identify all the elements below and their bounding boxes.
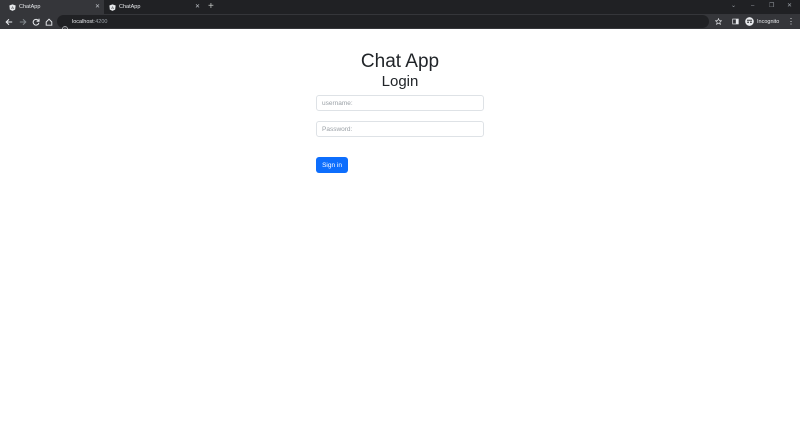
close-icon[interactable]: ✕ bbox=[95, 3, 100, 11]
home-icon[interactable] bbox=[43, 16, 54, 27]
tab-search-icon[interactable]: ⌄ bbox=[731, 1, 736, 11]
menu-kebab-icon[interactable]: ⋮ bbox=[787, 16, 795, 27]
login-heading: Login bbox=[381, 73, 419, 90]
url-port: :4200 bbox=[93, 18, 108, 25]
tab-chatapp-2[interactable]: A ChatApp ✕ bbox=[104, 0, 204, 14]
new-tab-button[interactable]: + bbox=[208, 1, 214, 13]
minimize-icon[interactable]: – bbox=[751, 1, 754, 11]
incognito-chip[interactable]: Incognito bbox=[745, 16, 779, 27]
browser-toolbar: localhost:4200 Incognito ⋮ bbox=[0, 14, 800, 32]
sign-in-button[interactable]: Sign in bbox=[316, 157, 348, 173]
tab-title: ChatApp bbox=[119, 4, 141, 10]
window-close-icon[interactable]: ✕ bbox=[787, 1, 792, 11]
app-title: Chat App bbox=[360, 51, 440, 72]
back-icon[interactable] bbox=[3, 16, 14, 27]
angular-icon: A bbox=[109, 3, 116, 11]
url-host: localhost bbox=[72, 18, 94, 25]
address-bar[interactable]: localhost:4200 bbox=[57, 15, 709, 32]
svg-text:A: A bbox=[111, 6, 114, 10]
tab-chatapp-1[interactable]: A ChatApp ✕ bbox=[0, 0, 104, 14]
svg-text:A: A bbox=[11, 6, 14, 10]
incognito-label: Incognito bbox=[757, 18, 780, 25]
username-input[interactable] bbox=[316, 95, 484, 111]
site-info-icon[interactable] bbox=[62, 19, 68, 32]
incognito-icon bbox=[745, 17, 754, 26]
bookmark-star-icon[interactable] bbox=[715, 16, 722, 27]
restore-icon[interactable]: ❐ bbox=[769, 1, 774, 11]
side-panel-icon[interactable] bbox=[732, 16, 739, 27]
reload-icon[interactable] bbox=[30, 16, 41, 27]
forward-icon[interactable] bbox=[17, 16, 28, 27]
close-icon[interactable]: ✕ bbox=[195, 3, 200, 11]
angular-icon: A bbox=[9, 3, 16, 11]
page-content: Chat App Login Sign in bbox=[0, 29, 800, 429]
tab-title: ChatApp bbox=[19, 4, 41, 10]
url-text: localhost:4200 bbox=[72, 19, 107, 25]
password-input[interactable] bbox=[316, 121, 484, 137]
tab-strip: A ChatApp ✕ A ChatApp ✕ + ⌄ – ❐ ✕ bbox=[0, 0, 800, 14]
